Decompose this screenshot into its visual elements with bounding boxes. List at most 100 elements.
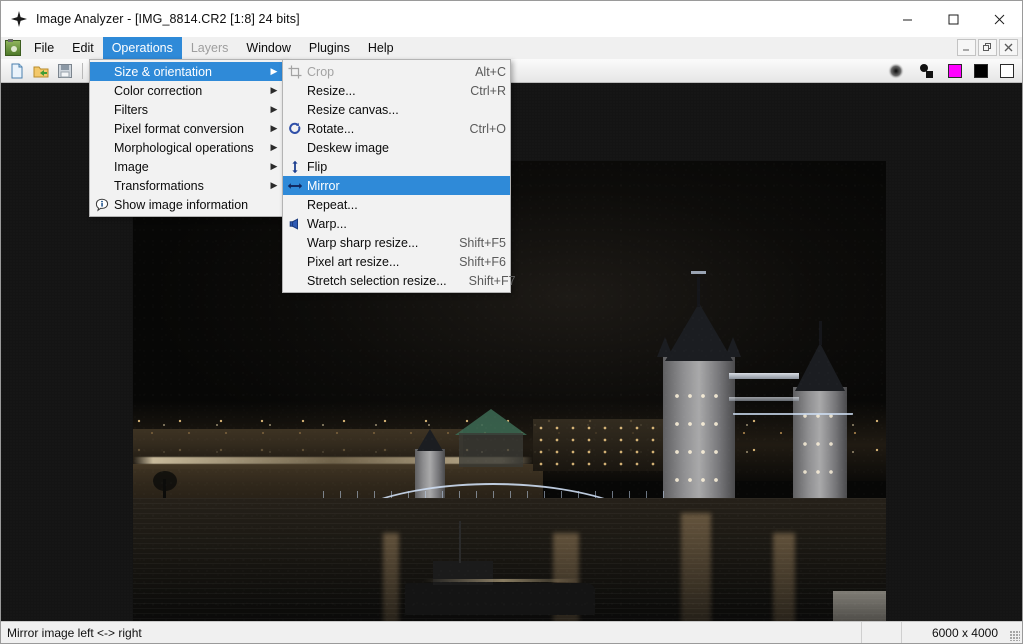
submenu-item-stretch-selection-resize[interactable]: Stretch selection resize... Shift+F7	[283, 271, 516, 290]
mdi-restore-icon[interactable]	[978, 39, 997, 56]
chevron-right-icon: ▶	[270, 104, 278, 114]
submenu-item-warp[interactable]: Warp...	[283, 214, 510, 233]
resize-grip[interactable]	[1006, 622, 1022, 643]
menu-item-label: Pixel format conversion	[114, 121, 244, 136]
menu-item-label: Color correction	[114, 83, 203, 98]
menu-item-label: Image	[114, 159, 149, 174]
chevron-right-icon: ▶	[270, 66, 278, 76]
blank-icon	[283, 140, 307, 156]
blur-tool-icon[interactable]	[886, 61, 906, 81]
submenu-item-label: Resize...	[307, 83, 356, 98]
submenu-item-mirror[interactable]: Mirror	[283, 176, 510, 195]
blank-icon	[283, 102, 307, 118]
submenu-item-pixel-art-resize[interactable]: Pixel art resize... Shift+F6	[283, 252, 510, 271]
operations-menu-popup: Size & orientation ▶ Color correction ▶ …	[89, 59, 286, 217]
toolbar-separator	[82, 62, 83, 79]
menu-item-filters[interactable]: Filters ▶	[90, 100, 285, 119]
menu-item-label: Show image information	[114, 197, 249, 212]
menu-plugins[interactable]: Plugins	[300, 37, 359, 59]
submenu-item-shortcut: Ctrl+R	[470, 83, 506, 98]
submenu-item-repeat[interactable]: Repeat...	[283, 195, 510, 214]
color-swatch-magenta[interactable]	[948, 63, 962, 78]
shapes-tool-icon[interactable]	[916, 61, 936, 81]
submenu-item-deskew-image[interactable]: Deskew image	[283, 138, 510, 157]
menu-operations[interactable]: Operations	[102, 37, 182, 59]
chevron-right-icon: ▶	[270, 123, 278, 133]
status-image-dimensions: 6000 x 4000	[901, 622, 1006, 643]
submenu-item-label: Rotate...	[307, 121, 355, 136]
submenu-item-resize-canvas[interactable]: Resize canvas...	[283, 100, 510, 119]
blank-icon	[90, 64, 114, 80]
warp-icon	[283, 216, 307, 232]
mdi-child-controls	[957, 39, 1018, 56]
menu-layers: Layers	[190, 41, 229, 55]
color-swatch-black[interactable]	[974, 63, 988, 78]
mdi-close-icon[interactable]	[999, 39, 1018, 56]
blank-icon	[90, 121, 114, 137]
new-file-icon[interactable]	[7, 61, 27, 81]
open-file-icon[interactable]	[31, 61, 51, 81]
window-controls	[884, 1, 1022, 37]
menu-item-label: Size & orientation	[114, 64, 212, 79]
menu-item-show-image-information[interactable]: Show image information	[90, 195, 285, 214]
minimize-icon[interactable]	[884, 1, 930, 37]
chevron-right-icon: ▶	[270, 161, 278, 171]
submenu-item-resize[interactable]: Resize... Ctrl+R	[283, 81, 510, 100]
color-swatch-white[interactable]	[1000, 63, 1014, 78]
submenu-item-label: Deskew image	[307, 140, 389, 155]
blank-icon	[283, 254, 307, 270]
menu-file[interactable]: File	[25, 37, 63, 59]
blank-icon	[283, 273, 307, 289]
mirror-horizontal-icon	[283, 178, 307, 194]
menu-item-transformations[interactable]: Transformations ▶	[90, 176, 285, 195]
submenu-item-crop: Crop Alt+C	[283, 62, 510, 81]
save-file-icon[interactable]	[55, 61, 75, 81]
chevron-right-icon: ▶	[270, 142, 278, 152]
menu-help[interactable]: Help	[359, 37, 403, 59]
status-bar: Mirror image left <-> right 6000 x 4000	[1, 621, 1022, 643]
submenu-item-shortcut: Shift+F7	[468, 273, 516, 288]
submenu-item-label: Flip	[307, 159, 328, 174]
application-window: Image Analyzer - [IMG_8814.CR2 [1:8] 24 …	[0, 0, 1023, 644]
size-orientation-submenu-popup: Crop Alt+C Resize... Ctrl+R Resize canva…	[282, 59, 516, 293]
submenu-item-label: Resize canvas...	[307, 102, 399, 117]
menu-item-pixel-format-conversion[interactable]: Pixel format conversion ▶	[90, 119, 285, 138]
mdi-minimize-icon[interactable]	[957, 39, 976, 56]
submenu-item-label: Crop	[307, 64, 335, 79]
status-hint: Mirror image left <-> right	[7, 625, 142, 640]
status-cell-a	[861, 622, 901, 643]
submenu-item-flip[interactable]: Flip	[283, 157, 510, 176]
close-icon[interactable]	[976, 1, 1022, 37]
submenu-item-rotate[interactable]: Rotate... Ctrl+O	[283, 119, 510, 138]
menu-item-image[interactable]: Image ▶	[90, 157, 285, 176]
submenu-item-warp-sharp-resize[interactable]: Warp sharp resize... Shift+F5	[283, 233, 510, 252]
blank-icon	[90, 102, 114, 118]
submenu-item-shortcut: Shift+F6	[459, 254, 506, 269]
menu-bar: File Edit Operations Layers Window Plugi…	[1, 37, 1022, 59]
submenu-item-shortcut: Shift+F5	[459, 235, 506, 250]
menu-item-label: Morphological operations	[114, 140, 254, 155]
blank-icon	[283, 83, 307, 99]
submenu-item-shortcut: Ctrl+O	[469, 121, 506, 136]
menu-item-morphological-operations[interactable]: Morphological operations ▶	[90, 138, 285, 157]
camera-icon	[5, 39, 21, 56]
submenu-item-label: Repeat...	[307, 197, 358, 212]
submenu-item-label: Stretch selection resize...	[307, 273, 447, 288]
maximize-icon[interactable]	[930, 1, 976, 37]
blank-icon	[90, 83, 114, 99]
crop-icon	[283, 64, 307, 80]
menu-item-color-correction[interactable]: Color correction ▶	[90, 81, 285, 100]
rotate-icon	[283, 121, 307, 137]
menu-edit[interactable]: Edit	[63, 37, 103, 59]
blank-icon	[90, 140, 114, 156]
blank-icon	[283, 197, 307, 213]
submenu-item-label: Pixel art resize...	[307, 254, 400, 269]
submenu-item-label: Warp sharp resize...	[307, 235, 419, 250]
submenu-item-shortcut: Alt+C	[475, 64, 506, 79]
blank-icon	[283, 235, 307, 251]
chevron-right-icon: ▶	[270, 180, 278, 190]
title-bar: Image Analyzer - [IMG_8814.CR2 [1:8] 24 …	[1, 1, 1022, 37]
window-title: Image Analyzer - [IMG_8814.CR2 [1:8] 24 …	[36, 12, 300, 26]
menu-window[interactable]: Window	[237, 37, 299, 59]
menu-item-size-orientation[interactable]: Size & orientation ▶	[90, 62, 285, 81]
